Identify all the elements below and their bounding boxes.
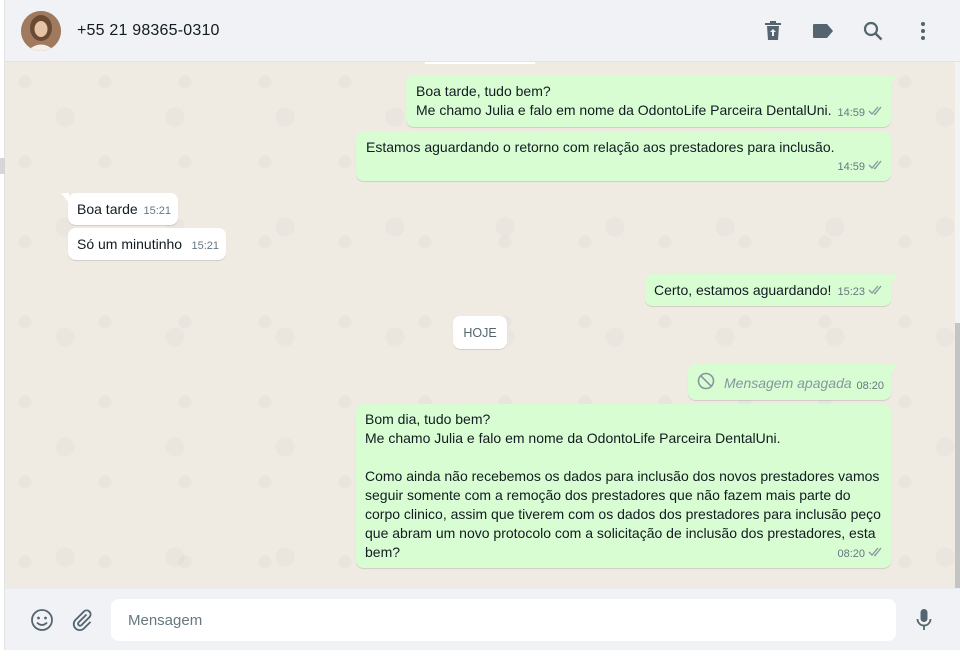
read-ticks-icon bbox=[868, 283, 884, 302]
header-actions bbox=[758, 16, 938, 46]
blocked-icon bbox=[697, 372, 715, 395]
message-meta: 15:23 bbox=[837, 283, 884, 302]
search-icon[interactable] bbox=[858, 16, 888, 46]
deleted-message[interactable]: Mensagem apagada 08:20 bbox=[688, 364, 898, 400]
attach-icon[interactable] bbox=[67, 605, 97, 635]
message-meta: 08:20 bbox=[837, 545, 884, 564]
bubble-tail bbox=[890, 75, 898, 85]
message-list[interactable]: Boa tarde, tudo bem? Me chamo Julia e fa… bbox=[5, 62, 955, 588]
message-time: 15:21 bbox=[191, 240, 219, 252]
date-divider: HOJE bbox=[453, 316, 507, 349]
more-icon[interactable] bbox=[908, 16, 938, 46]
scrollbar-thumb[interactable] bbox=[955, 323, 960, 588]
read-ticks-icon bbox=[868, 545, 884, 564]
outgoing-message[interactable]: Bom dia, tudo bem? Me chamo Julia e falo… bbox=[356, 404, 891, 568]
emoji-icon[interactable] bbox=[27, 605, 57, 635]
message-time: 14:59 bbox=[837, 161, 865, 173]
message-input[interactable] bbox=[111, 599, 896, 641]
bubble-tail bbox=[890, 364, 898, 374]
message-time: 08:20 bbox=[856, 380, 884, 392]
outgoing-message[interactable]: Estamos aguardando o retorno com relação… bbox=[356, 131, 891, 181]
bubble-tail bbox=[890, 274, 898, 284]
contact-name[interactable]: +55 21 98365-0310 bbox=[77, 22, 220, 40]
trash-icon[interactable] bbox=[758, 16, 788, 46]
incoming-message[interactable]: Boa tarde 15:21 bbox=[61, 193, 178, 225]
avatar[interactable] bbox=[21, 10, 61, 51]
message-text: Boa tarde, tudo bem? Me chamo Julia e fa… bbox=[416, 83, 832, 118]
message-time: 14:59 bbox=[837, 107, 865, 119]
chat-scrollbar[interactable] bbox=[955, 62, 960, 588]
composer bbox=[5, 588, 960, 650]
bubble-tail bbox=[61, 193, 69, 203]
incoming-message[interactable]: Só um minutinho 15:21 bbox=[68, 228, 226, 260]
deleted-message-content: Mensagem apagada bbox=[697, 372, 882, 395]
message-meta: 15:21 bbox=[143, 202, 171, 221]
clipped-date-pill bbox=[425, 62, 535, 64]
chat-header: +55 21 98365-0310 bbox=[5, 0, 960, 62]
message-meta: 14:59 bbox=[837, 104, 884, 123]
label-icon[interactable] bbox=[808, 16, 838, 46]
message-time: 08:20 bbox=[837, 548, 865, 560]
message-time: 15:21 bbox=[143, 205, 171, 217]
read-ticks-icon bbox=[868, 158, 884, 177]
outgoing-message[interactable]: Boa tarde, tudo bem? Me chamo Julia e fa… bbox=[406, 75, 898, 127]
message-meta: 08:20 bbox=[856, 377, 884, 396]
message-meta: 15:21 bbox=[191, 237, 219, 256]
message-text: Estamos aguardando o retorno com relação… bbox=[366, 139, 835, 155]
message-text: Mensagem apagada bbox=[724, 375, 852, 391]
microphone-icon[interactable] bbox=[909, 605, 939, 635]
outgoing-message[interactable]: Certo, estamos aguardando! 15:23 bbox=[645, 274, 898, 306]
message-time: 15:23 bbox=[837, 286, 865, 298]
message-meta: 14:59 bbox=[837, 158, 884, 177]
read-ticks-icon bbox=[868, 104, 884, 123]
message-text: Bom dia, tudo bem? Me chamo Julia e falo… bbox=[365, 411, 881, 560]
